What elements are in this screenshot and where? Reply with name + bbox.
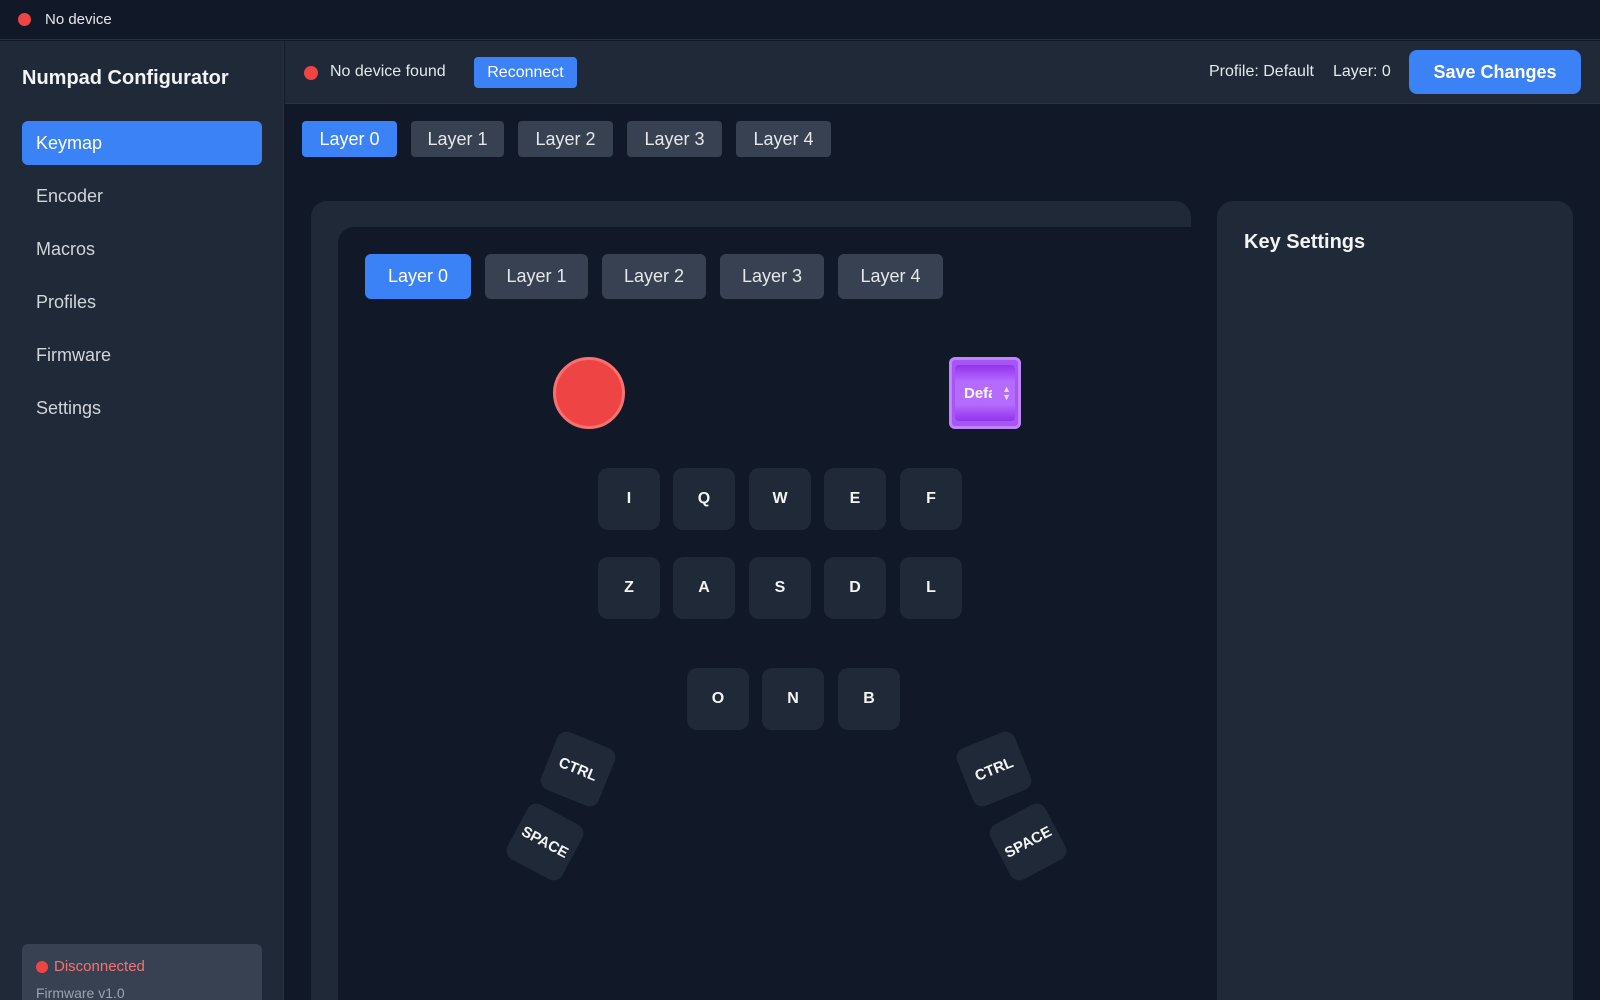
current-profile: Profile: Default [1209, 63, 1314, 80]
title-bar: No device [0, 0, 1600, 40]
key-l[interactable]: L [900, 557, 962, 619]
key-e[interactable]: E [824, 468, 886, 530]
sidebar-item-firmware[interactable]: Firmware [22, 333, 262, 377]
tab-layer-3[interactable]: Layer 3 [627, 121, 722, 157]
sidebar-item-keymap[interactable]: Keymap [22, 121, 262, 165]
editor-tab-layer-3[interactable]: Layer 3 [720, 254, 824, 299]
tab-layer-2[interactable]: Layer 2 [518, 121, 613, 157]
key-settings-title: Key Settings [1244, 231, 1366, 253]
key-z[interactable]: Z [598, 557, 660, 619]
editor-tab-layer-4[interactable]: Layer 4 [838, 254, 943, 299]
device-status-dot-icon [304, 66, 318, 80]
tab-layer-4[interactable]: Layer 4 [736, 121, 831, 157]
disconnected-dot-icon [36, 960, 48, 973]
editor-tab-layer-1[interactable]: Layer 1 [485, 254, 588, 299]
firmware-version: Firmware v1.0 [36, 985, 125, 1000]
layer-tabs: Layer 0 Layer 1 Layer 2 Layer 3 Layer 4 [302, 121, 845, 157]
app-title: Numpad Configurator [22, 67, 229, 89]
sidebar-nav: Keymap Encoder Macros Profiles Firmware … [22, 121, 262, 439]
select-arrows-icon: ▲ ▼ [1002, 384, 1011, 402]
sidebar-item-settings[interactable]: Settings [22, 386, 262, 430]
key-a[interactable]: A [673, 557, 735, 619]
rotary-encoder-knob[interactable] [553, 357, 625, 429]
key-s[interactable]: S [749, 557, 811, 619]
sidebar: Numpad Configurator Keymap Encoder Macro… [0, 41, 284, 1000]
sidebar-item-macros[interactable]: Macros [22, 227, 262, 271]
top-bar: No device found Reconnect Profile: Defau… [285, 41, 1600, 104]
key-q[interactable]: Q [673, 468, 735, 530]
key-o[interactable]: O [687, 668, 749, 730]
key-f[interactable]: F [900, 468, 962, 530]
key-b[interactable]: B [838, 668, 900, 730]
display-profile-value: Default [964, 384, 992, 402]
connection-status-box: Disconnected Firmware v1.0 [22, 944, 262, 1000]
connection-status-text: Disconnected [54, 958, 145, 975]
display-profile-select[interactable]: Default ▲▼ [955, 365, 1015, 421]
editor-tab-layer-2[interactable]: Layer 2 [602, 254, 706, 299]
tab-layer-1[interactable]: Layer 1 [411, 121, 504, 157]
editor-tab-layer-0[interactable]: Layer 0 [365, 254, 471, 299]
key-i[interactable]: I [598, 468, 660, 530]
key-w[interactable]: W [749, 468, 811, 530]
editor-layer-tabs: Layer 0 Layer 1 Layer 2 Layer 3 Layer 4 [365, 254, 957, 299]
key-n[interactable]: N [762, 668, 824, 730]
status-dot-icon [18, 13, 31, 26]
tab-layer-0[interactable]: Layer 0 [302, 121, 397, 157]
title-status-text: No device [45, 11, 112, 28]
connection-status: Disconnected [36, 958, 262, 975]
key-settings-panel: Key Settings [1217, 201, 1573, 1000]
sidebar-item-profiles[interactable]: Profiles [22, 280, 262, 324]
oled-display[interactable]: Default ▲▼ [949, 357, 1021, 429]
save-changes-button[interactable]: Save Changes [1409, 50, 1581, 94]
key-d[interactable]: D [824, 557, 886, 619]
current-layer: Layer: 0 [1333, 63, 1391, 80]
device-status-text: No device found [330, 63, 446, 80]
sidebar-item-encoder[interactable]: Encoder [22, 174, 262, 218]
reconnect-button[interactable]: Reconnect [474, 57, 577, 88]
